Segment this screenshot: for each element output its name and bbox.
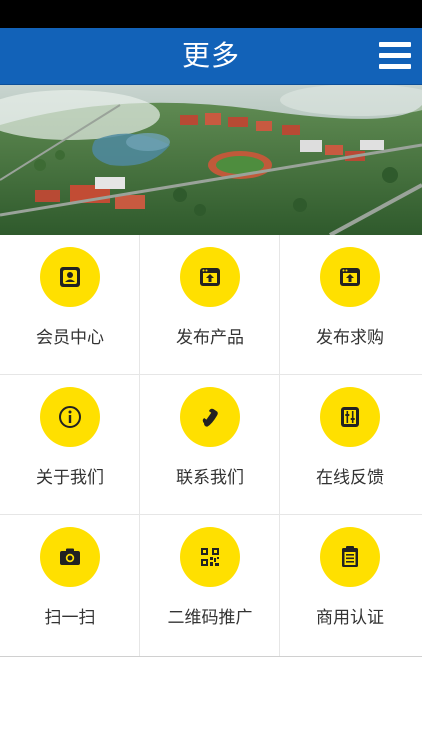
grid-item-business-certification[interactable]: 商用认证 [280, 515, 422, 656]
status-bar [0, 0, 422, 28]
hamburger-menu-icon [379, 42, 411, 47]
upload-window-icon [180, 247, 240, 307]
phone-icon [180, 387, 240, 447]
grid-item-qr-promotion[interactable]: 二维码推广 [140, 515, 280, 656]
grid-item-scan[interactable]: 扫一扫 [0, 515, 140, 656]
grid-item-about-us[interactable]: 关于我们 [0, 375, 140, 515]
upload-window-icon [320, 247, 380, 307]
grid-item-label: 商用认证 [316, 608, 384, 628]
grid-item-label: 二维码推广 [167, 608, 253, 628]
info-icon [40, 387, 100, 447]
feedback-icon [320, 387, 380, 447]
grid-item-label: 在线反馈 [316, 468, 384, 488]
header-bar: 更多 [0, 28, 422, 85]
menu-button[interactable] [378, 39, 412, 73]
hamburger-menu-icon-bar [379, 53, 411, 58]
member-card-icon [40, 247, 100, 307]
hamburger-menu-icon-bar [379, 64, 411, 69]
grid-item-publish-request[interactable]: 发布求购 [280, 235, 422, 375]
grid-item-label: 发布产品 [176, 328, 244, 348]
qr-code-icon [180, 527, 240, 587]
camera-icon [40, 527, 100, 587]
grid-item-contact-us[interactable]: 联系我们 [140, 375, 280, 515]
grid-item-label: 会员中心 [36, 328, 104, 348]
feature-grid: 会员中心 发布产品 发布求购 关于我们 联系我们 在线反馈 扫一扫 二维码推广 … [0, 235, 422, 657]
grid-item-label: 发布求购 [316, 328, 384, 348]
grid-item-publish-product[interactable]: 发布产品 [140, 235, 280, 375]
grid-item-online-feedback[interactable]: 在线反馈 [280, 375, 422, 515]
grid-item-member-center[interactable]: 会员中心 [0, 235, 140, 375]
grid-item-label: 联系我们 [176, 468, 244, 488]
grid-item-label: 扫一扫 [44, 608, 96, 628]
campus-banner-image [0, 85, 422, 235]
clipboard-icon [320, 527, 380, 587]
page-title: 更多 [181, 39, 240, 72]
grid-item-label: 关于我们 [36, 468, 104, 488]
